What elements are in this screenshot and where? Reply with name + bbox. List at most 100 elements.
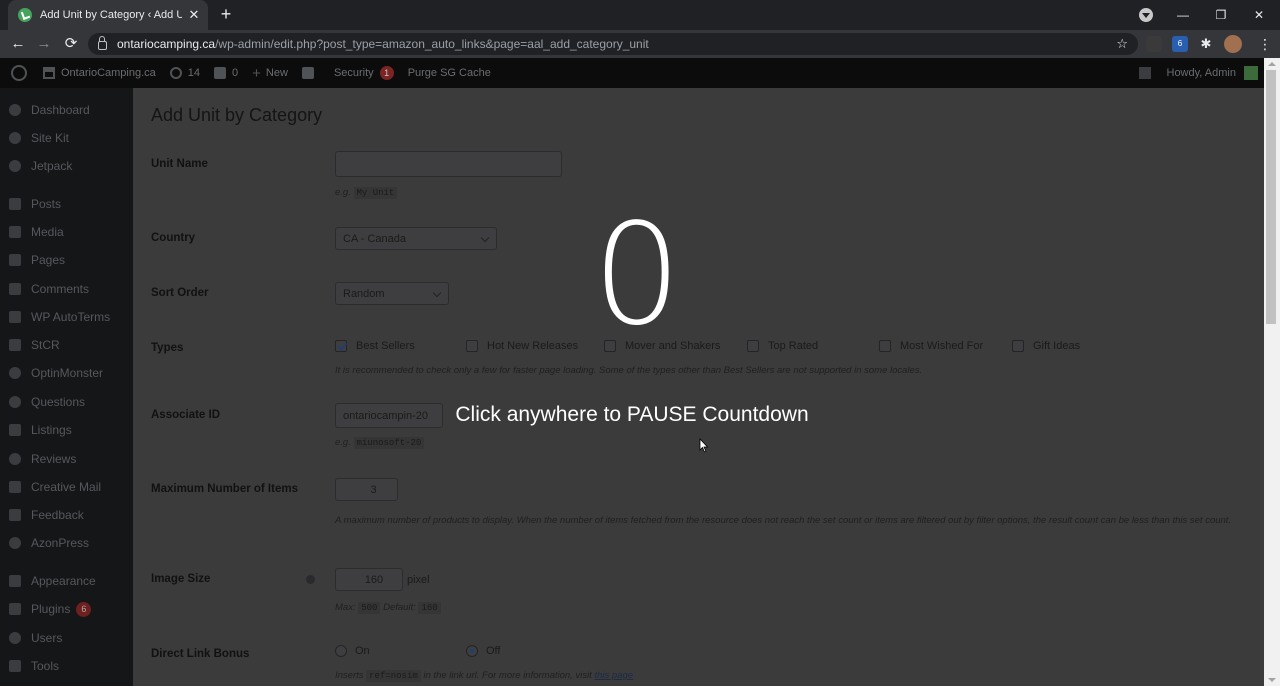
sidebar-item-dashboard[interactable]: Dashboard <box>0 96 133 124</box>
countdown-number[interactable]: 0 <box>560 196 710 356</box>
country-select[interactable]: CA - Canada <box>335 227 497 250</box>
sidebar-item-listings[interactable]: Listings <box>0 416 133 444</box>
default-value: 160 <box>418 602 441 614</box>
site-favicon-icon <box>18 8 32 22</box>
notification-icon[interactable] <box>1138 67 1151 79</box>
admin-sidebar: Dashboard Site Kit Jetpack Posts Media P… <box>0 88 133 686</box>
sidebar-item-jetpack[interactable]: Jetpack <box>0 152 133 180</box>
profile-avatar[interactable] <box>1224 35 1242 53</box>
bookmark-star-icon[interactable]: ☆ <box>1116 36 1128 52</box>
type-option-top-rated[interactable]: Top Rated <box>747 340 818 352</box>
sidebar-item-tools[interactable]: Tools <box>0 652 133 680</box>
window-close-button[interactable]: ✕ <box>1240 0 1278 30</box>
sidebar-item-label: OptinMonster <box>31 366 104 380</box>
sidebar-item-site-kit[interactable]: Site Kit <box>0 124 133 152</box>
checkbox[interactable] <box>466 340 478 352</box>
scroll-thumb[interactable] <box>1266 70 1276 324</box>
forward-button[interactable]: → <box>34 34 54 54</box>
scroll-up-arrow-icon[interactable] <box>1268 62 1276 66</box>
sort-order-select[interactable]: Random <box>335 282 449 305</box>
address-bar[interactable]: ontariocamping.ca /wp-admin/edit.php?pos… <box>88 33 1138 55</box>
sidebar-item-stcr[interactable]: StCR <box>0 331 133 359</box>
sidebar-item-plugins[interactable]: Plugins 6 <box>0 595 133 623</box>
sidebar-item-media[interactable]: Media <box>0 218 133 246</box>
associate-id-label: Associate ID <box>151 409 221 421</box>
plug-icon <box>9 603 21 615</box>
radio-button[interactable] <box>335 645 347 657</box>
minimize-button[interactable]: — <box>1164 0 1202 30</box>
help-icon[interactable] <box>306 575 315 584</box>
this-page-link[interactable]: this page <box>594 670 633 681</box>
wp-admin-bar: OntarioCamping.ca 14 0 + New Security 1 … <box>0 58 1280 88</box>
sidebar-item-optinmonster[interactable]: OptinMonster <box>0 359 133 387</box>
sidebar-item-creative-mail[interactable]: Creative Mail <box>0 473 133 501</box>
browser-menu-icon[interactable]: ⋮ <box>1258 34 1272 54</box>
sidebar-item-label: Media <box>31 225 64 239</box>
max-label: Max: <box>335 602 356 613</box>
sidebar-item-reviews[interactable]: Reviews <box>0 445 133 473</box>
tab-close-icon[interactable]: ✕ <box>188 7 200 23</box>
browser-tab[interactable]: Add Unit by Category ‹ Add Unit ✕ <box>8 0 208 30</box>
sidebar-item-wp-autoterms[interactable]: WP AutoTerms <box>0 303 133 331</box>
comments-menu[interactable]: 0 <box>207 58 245 88</box>
pause-countdown-message[interactable]: Click anywhere to PAUSE Countdown <box>380 403 884 427</box>
admin-avatar[interactable] <box>1244 66 1258 80</box>
sort-order-selected: Random <box>343 287 385 300</box>
tab-search-icon[interactable] <box>1139 8 1153 22</box>
type-option-gift-ideas[interactable]: Gift Ideas <box>1012 340 1080 352</box>
direct-link-on-option[interactable]: On <box>335 645 370 657</box>
security-menu[interactable]: Security 1 <box>327 58 401 88</box>
radio-button-selected[interactable] <box>466 645 478 657</box>
updates-count: 14 <box>187 67 201 79</box>
howdy-text[interactable]: Howdy, Admin <box>1167 67 1237 79</box>
checkbox[interactable] <box>747 340 759 352</box>
type-option-most-wished-for[interactable]: Most Wished For <box>879 340 983 352</box>
max-items-input[interactable]: 3 <box>335 478 398 501</box>
extension-feather-icon[interactable] <box>1146 36 1162 52</box>
sidebar-item-azonpress[interactable]: AzonPress <box>0 529 133 557</box>
checkbox[interactable] <box>1012 340 1024 352</box>
yoast-menu[interactable] <box>295 58 327 88</box>
checkbox-checked[interactable] <box>335 340 347 352</box>
new-content-menu[interactable]: + New <box>245 58 295 88</box>
sidebar-item-comments[interactable]: Comments <box>0 275 133 303</box>
extensions-puzzle-icon[interactable]: ✱ <box>1198 36 1214 52</box>
wp-logo-menu[interactable] <box>0 58 36 88</box>
restore-button[interactable]: ❐ <box>1202 0 1240 30</box>
max-items-label: Maximum Number of Items <box>151 483 298 495</box>
updates-menu[interactable]: 14 <box>163 58 207 88</box>
wrench-icon <box>9 660 21 672</box>
comment-bubble-icon <box>214 67 227 79</box>
sidebar-item-pages[interactable]: Pages <box>0 246 133 274</box>
purge-cache-button[interactable]: Purge SG Cache <box>401 58 498 88</box>
new-tab-button[interactable]: + <box>216 4 236 24</box>
sidebar-item-label: WP AutoTerms <box>31 310 111 324</box>
sidebar-item-label: Posts <box>31 197 62 211</box>
hint-prefix: e.g. <box>335 187 351 198</box>
sidebar-item-label: Reviews <box>31 452 77 466</box>
reviews-icon <box>9 453 21 465</box>
page-scrollbar[interactable] <box>1264 58 1280 686</box>
sidebar-item-appearance[interactable]: Appearance <box>0 567 133 595</box>
image-size-input[interactable]: 160 <box>335 568 403 591</box>
direct-link-off-option[interactable]: Off <box>466 645 500 657</box>
hint-middle: in the link url. For more information, v… <box>423 670 592 681</box>
reload-button[interactable]: ⟳ <box>61 34 81 54</box>
sidebar-item-posts[interactable]: Posts <box>0 190 133 218</box>
pin-icon <box>9 198 21 210</box>
scroll-down-arrow-icon[interactable] <box>1268 678 1276 682</box>
type-option-label: Most Wished For <box>900 340 984 352</box>
autoterms-icon <box>9 311 21 323</box>
back-button[interactable]: ← <box>8 34 28 54</box>
azonpress-icon <box>9 537 21 549</box>
sidebar-item-questions[interactable]: Questions <box>0 388 133 416</box>
sidebar-item-label: Pages <box>31 253 66 267</box>
unit-name-input[interactable] <box>335 151 562 177</box>
sidebar-item-feedback[interactable]: Feedback <box>0 501 133 529</box>
checkbox[interactable] <box>879 340 891 352</box>
sidebar-item-users[interactable]: Users <box>0 624 133 652</box>
type-option-best-sellers[interactable]: Best Sellers <box>335 340 415 352</box>
extension-shield-icon[interactable]: 6 <box>1172 36 1188 52</box>
sidebar-item-label: Comments <box>31 282 90 296</box>
site-name-menu[interactable]: OntarioCamping.ca <box>36 58 163 88</box>
